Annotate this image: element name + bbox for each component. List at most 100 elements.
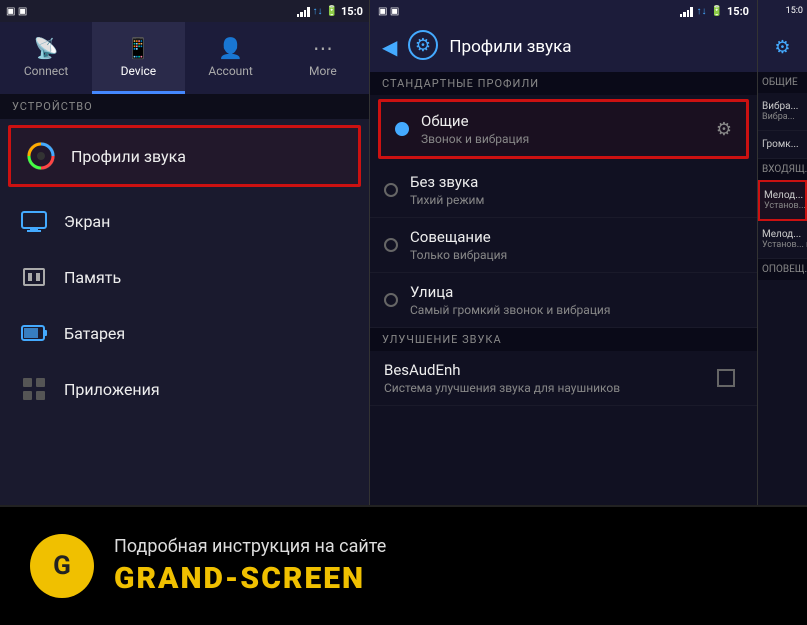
panel3-vib1-label: Вибра... — [762, 101, 803, 112]
brand-part2: SCREEN — [240, 561, 365, 596]
signal-4g-p2: ↑↓ — [697, 6, 707, 17]
menu-item-screen[interactable]: Экран — [0, 193, 369, 249]
panel3-vib1-sub: Вибра... — [762, 112, 803, 122]
profile-general-sub: Звонок и вибрация — [421, 132, 704, 146]
battery-menu-icon — [20, 319, 48, 347]
profile-general[interactable]: Общие Звонок и вибрация ⚙ — [378, 99, 749, 159]
section-standard-profiles: СТАНДАРТНЫЕ ПРОФИЛИ — [370, 72, 757, 95]
panel3-notify-section: ОПОВЕЩ... — [758, 259, 807, 280]
panel3-vol-label: Громк... — [762, 139, 803, 150]
time-p3: 15:0 — [786, 6, 803, 16]
panel3-vol[interactable]: Громк... — [758, 131, 807, 159]
menu-memory-label: Память — [64, 268, 121, 287]
menu-apps-label: Приложения — [64, 380, 160, 399]
panel3-mel1-sub: Установ... речевых... — [764, 201, 801, 211]
status-bar-panel3: 15:0 — [758, 0, 807, 22]
tab-more-label: More — [309, 64, 337, 78]
radio-meeting — [384, 238, 398, 252]
tab-bar: 📡 Connect 📱 Device 👤 Account ⋯ More — [0, 22, 369, 94]
sim-icons-p2: ▣ ▣ — [378, 6, 399, 17]
status-bar-panel2: ▣ ▣ ↑↓ 🔋 15:0 — [370, 0, 757, 22]
connect-icon: 📡 — [34, 36, 59, 60]
battery-icon: 🔋 — [326, 6, 338, 17]
profile-outdoor-text: Улица Самый громкий звонок и вибрация — [410, 283, 743, 317]
profile-outdoor[interactable]: Улица Самый громкий звонок и вибрация — [370, 273, 757, 328]
signal-p2 — [680, 5, 693, 17]
banner-text: Подробная инструкция на сайте GRAND-SCRE… — [114, 536, 386, 596]
enhance-sub: Система улучшения звука для наушников — [384, 381, 705, 395]
panel3-mel1-label: Мелод... — [764, 190, 801, 201]
memory-icon — [20, 263, 48, 291]
enhance-name: BesAudEnh — [384, 361, 705, 379]
device-panel: ▣ ▣ ↑↓ 🔋 15:0 📡 Connect 📱 Device — [0, 0, 370, 505]
banner-brand-title: GRAND-SCREEN — [114, 561, 386, 596]
account-icon: 👤 — [218, 36, 243, 60]
back-arrow-icon[interactable]: ◀ — [382, 35, 397, 59]
status-left-icons: ▣ ▣ — [6, 6, 27, 17]
signal-strength — [297, 5, 310, 17]
sound-icon — [27, 142, 55, 170]
tab-account[interactable]: 👤 Account — [185, 22, 277, 94]
tab-connect[interactable]: 📡 Connect — [0, 22, 92, 94]
panel2-title-bar: ◀ ⚙ Профили звука — [370, 22, 757, 72]
panel3-mel1[interactable]: Мелод... Установ... речевых... — [758, 180, 807, 221]
enhance-text: BesAudEnh Система улучшения звука для на… — [384, 361, 705, 395]
time-p2: 15:0 — [727, 5, 749, 18]
profile-meeting-text: Совещание Только вибрация — [410, 228, 743, 262]
profile-silent[interactable]: Без звука Тихий режим — [370, 163, 757, 218]
enhance-item[interactable]: BesAudEnh Система улучшения звука для на… — [370, 351, 757, 406]
tab-connect-label: Connect — [24, 64, 68, 78]
tab-device-label: Device — [121, 64, 157, 78]
menu-item-memory[interactable]: Память — [0, 249, 369, 305]
menu-item-sound[interactable]: Профили звука — [8, 125, 361, 187]
radio-outdoor — [384, 293, 398, 307]
profile-meeting-sub: Только вибрация — [410, 248, 743, 262]
brand-part1: GRAND- — [114, 561, 240, 596]
profile-silent-text: Без звука Тихий режим — [410, 173, 743, 207]
sim-icon: ▣ ▣ — [6, 6, 27, 17]
more-icon: ⋯ — [313, 36, 333, 60]
profile-silent-sub: Тихий режим — [410, 193, 743, 207]
panel3-mel2-label: Мелод... — [762, 229, 803, 240]
settings-gear-icon: ⚙ — [774, 37, 790, 58]
profile-outdoor-name: Улица — [410, 283, 743, 301]
screen-icon — [20, 207, 48, 235]
device-icon: 📱 — [126, 36, 151, 60]
settings-detail-panel: 15:0 ⚙ ОБЩИЕ Вибра... Вибра... Громк... … — [758, 0, 807, 505]
sound-profile-gear-icon: ⚙ — [407, 29, 439, 66]
panel3-mel2[interactable]: Мелод... Установ... видеовых... — [758, 221, 807, 259]
status-bar-panel1: ▣ ▣ ↑↓ 🔋 15:0 — [0, 0, 369, 22]
panel3-general-section: ОБЩИЕ — [758, 72, 807, 93]
tab-more[interactable]: ⋯ More — [277, 22, 369, 94]
profile-outdoor-sub: Самый громкий звонок и вибрация — [410, 303, 743, 317]
section-label-device: УСТРОЙСТВО — [0, 94, 369, 119]
menu-screen-label: Экран — [64, 212, 110, 231]
radio-general — [395, 122, 409, 136]
tab-device[interactable]: 📱 Device — [92, 22, 184, 94]
panel2-title: Профили звука — [449, 37, 571, 57]
panel3-vib1[interactable]: Вибра... Вибра... — [758, 93, 807, 131]
profile-general-name: Общие — [421, 112, 704, 130]
status-right-icons: ↑↓ 🔋 15:0 — [297, 5, 364, 18]
panel3-incoming-section: ВХОДЯЩ... — [758, 159, 807, 180]
section-enhance: УЛУЧШЕНИЕ ЗВУКА — [370, 328, 757, 351]
profile-meeting-name: Совещание — [410, 228, 743, 246]
profile-meeting[interactable]: Совещание Только вибрация — [370, 218, 757, 273]
tab-account-label: Account — [208, 64, 252, 78]
svg-text:⚙: ⚙ — [415, 35, 431, 56]
sound-profiles-panel: ▣ ▣ ↑↓ 🔋 15:0 ◀ ⚙ Профили звука — [370, 0, 758, 505]
bottom-banner: G Подробная инструкция на сайте GRAND-SC… — [0, 505, 807, 625]
panel3-title-bar: ⚙ — [758, 22, 807, 72]
menu-item-apps[interactable]: Приложения — [0, 361, 369, 417]
enhance-checkbox[interactable] — [717, 369, 735, 387]
profile-gear-icon[interactable]: ⚙ — [716, 119, 732, 140]
profile-silent-name: Без звука — [410, 173, 743, 191]
apps-icon — [20, 375, 48, 403]
time-display: 15:0 — [341, 5, 363, 18]
menu-item-battery[interactable]: Батарея — [0, 305, 369, 361]
battery-p2: 🔋 — [711, 6, 723, 17]
grand-screen-logo: G — [30, 534, 94, 598]
radio-silent — [384, 183, 398, 197]
panel3-mel2-sub: Установ... видеовых... — [762, 240, 803, 250]
profile-general-text: Общие Звонок и вибрация — [421, 112, 704, 146]
